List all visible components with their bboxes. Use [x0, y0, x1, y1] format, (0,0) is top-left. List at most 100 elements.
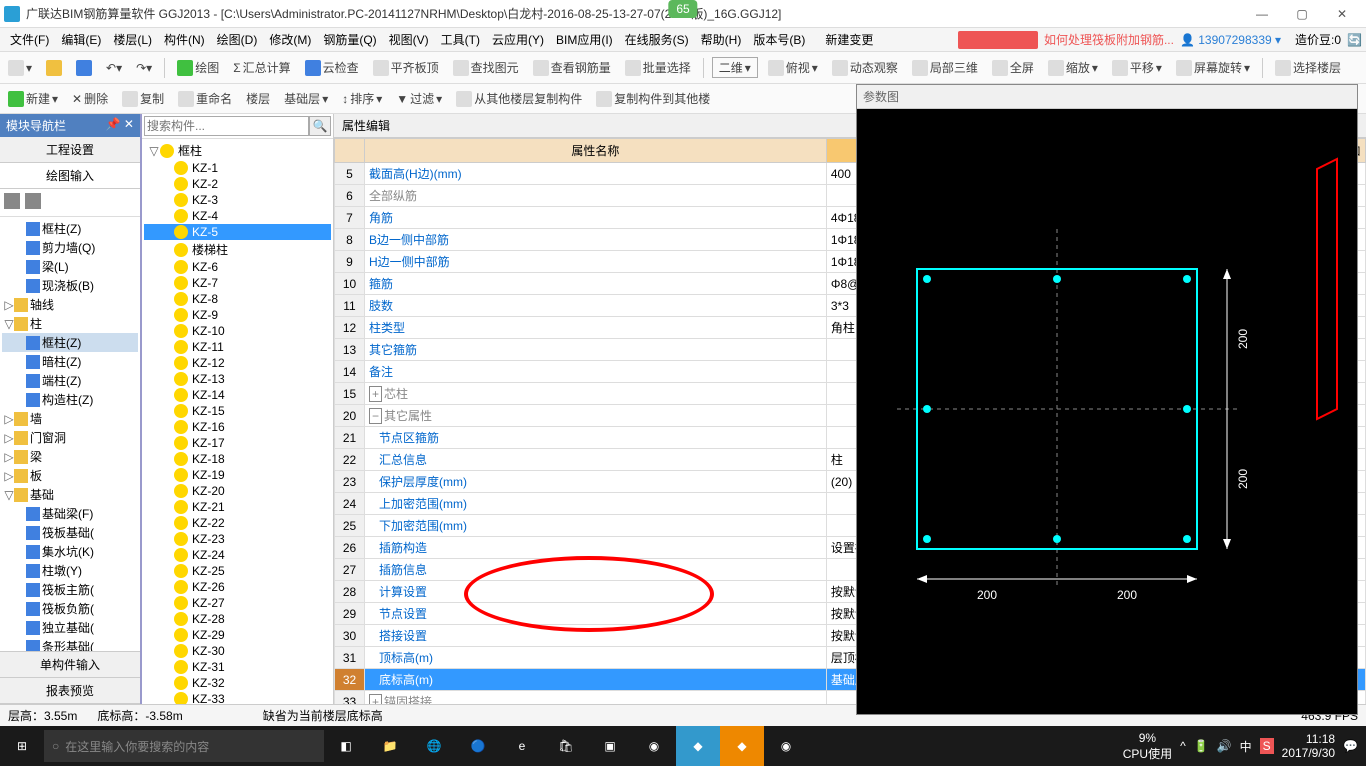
nav-tool-2[interactable]: [25, 193, 41, 209]
component-item[interactable]: KZ-16: [144, 419, 331, 435]
component-item[interactable]: KZ-19: [144, 467, 331, 483]
component-item[interactable]: KZ-3: [144, 192, 331, 208]
nav-item[interactable]: 现浇板(B): [2, 276, 138, 295]
nav-item[interactable]: 构造柱(Z): [2, 390, 138, 409]
component-item[interactable]: KZ-14: [144, 387, 331, 403]
nav-item[interactable]: 梁(L): [2, 257, 138, 276]
pin-icon[interactable]: 📌 ✕: [106, 117, 134, 134]
coin-balance[interactable]: 造价豆:0: [1295, 31, 1341, 48]
menu-component[interactable]: 构件(N): [158, 31, 211, 48]
nav-item[interactable]: ▷轴线: [2, 295, 138, 314]
batch-select-button[interactable]: 批量选择: [621, 57, 695, 78]
rotate-button[interactable]: 屏幕旋转▾: [1172, 57, 1254, 78]
tray-clock[interactable]: 11:182017/9/30: [1282, 732, 1335, 761]
component-item[interactable]: KZ-33: [144, 691, 331, 704]
component-item[interactable]: KZ-17: [144, 435, 331, 451]
nav-tree[interactable]: 框柱(Z)剪力墙(Q)梁(L)现浇板(B)▷轴线▽柱框柱(Z)暗柱(Z)端柱(Z…: [0, 217, 140, 651]
nav-item[interactable]: ▷门窗洞: [2, 428, 138, 447]
nav-item[interactable]: 筏板主筋(: [2, 580, 138, 599]
menu-cloud[interactable]: 云应用(Y): [486, 31, 550, 48]
component-search-input[interactable]: [144, 116, 309, 136]
nav-bottom-single[interactable]: 单构件输入: [0, 652, 140, 678]
component-item[interactable]: KZ-5: [144, 224, 331, 240]
view-rebar-button[interactable]: 查看钢筋量: [529, 57, 615, 78]
menu-modify[interactable]: 修改(M): [263, 31, 317, 48]
tray-cpu[interactable]: 9%CPU使用: [1123, 731, 1172, 762]
component-item[interactable]: KZ-4: [144, 208, 331, 224]
component-item[interactable]: KZ-30: [144, 643, 331, 659]
component-item[interactable]: KZ-18: [144, 451, 331, 467]
fullscreen-button[interactable]: 全屏: [988, 57, 1038, 78]
ime-indicator[interactable]: [958, 31, 1038, 49]
undo-button[interactable]: ↶▾: [102, 59, 126, 77]
param-canvas[interactable]: 200 200 200 200: [857, 109, 1357, 714]
new-file-button[interactable]: ▾: [4, 58, 36, 78]
save-button[interactable]: [72, 58, 96, 78]
nav-item[interactable]: 暗柱(Z): [2, 352, 138, 371]
align-button[interactable]: 平齐板顶: [369, 57, 443, 78]
nav-item[interactable]: 剪力墙(Q): [2, 238, 138, 257]
nav-item[interactable]: 条形基础(: [2, 637, 138, 651]
nav-tool-1[interactable]: [4, 193, 20, 209]
score-badge[interactable]: 65: [668, 0, 697, 18]
filter-button[interactable]: ▼ 过滤▾: [392, 88, 446, 109]
component-item[interactable]: KZ-21: [144, 499, 331, 515]
component-item[interactable]: KZ-22: [144, 515, 331, 531]
cloud-check-button[interactable]: 云检查: [301, 57, 363, 78]
task-view-icon[interactable]: ◧: [324, 726, 368, 766]
component-item[interactable]: KZ-26: [144, 579, 331, 595]
component-item[interactable]: KZ-9: [144, 307, 331, 323]
component-item[interactable]: KZ-8: [144, 291, 331, 307]
menu-help[interactable]: 帮助(H): [695, 31, 748, 48]
sort-button[interactable]: ↕ 排序▾: [338, 88, 386, 109]
open-button[interactable]: [42, 58, 66, 78]
taskbar-app-9[interactable]: ◆: [720, 726, 764, 766]
local3d-button[interactable]: 局部三维: [908, 57, 982, 78]
nav-bottom-report[interactable]: 报表预览: [0, 678, 140, 704]
nav-item[interactable]: 基础梁(F): [2, 504, 138, 523]
component-item[interactable]: KZ-23: [144, 531, 331, 547]
menu-tool[interactable]: 工具(T): [435, 31, 486, 48]
taskbar-app-8[interactable]: ◆: [676, 726, 720, 766]
taskbar-app-4[interactable]: e: [500, 726, 544, 766]
component-item[interactable]: KZ-2: [144, 176, 331, 192]
select-floor-button[interactable]: 选择楼层: [1271, 57, 1345, 78]
menu-edit[interactable]: 编辑(E): [55, 31, 107, 48]
nav-item[interactable]: ▷墙: [2, 409, 138, 428]
component-item[interactable]: KZ-20: [144, 483, 331, 499]
menu-bim[interactable]: BIM应用(I): [550, 31, 619, 48]
component-item[interactable]: KZ-28: [144, 611, 331, 627]
delete-comp-button[interactable]: ✕ 删除: [68, 88, 112, 109]
minimize-button[interactable]: —: [1242, 7, 1282, 21]
component-item[interactable]: KZ-7: [144, 275, 331, 291]
nav-tab-settings[interactable]: 工程设置: [0, 137, 140, 163]
nav-item[interactable]: ▷板: [2, 466, 138, 485]
component-item[interactable]: KZ-1: [144, 160, 331, 176]
zoom-button[interactable]: 缩放▾: [1044, 57, 1102, 78]
component-item[interactable]: 楼梯柱: [144, 240, 331, 259]
component-item[interactable]: KZ-13: [144, 371, 331, 387]
nav-item[interactable]: ▽基础: [2, 485, 138, 504]
menu-view[interactable]: 视图(V): [383, 31, 435, 48]
copyfrom-button[interactable]: 从其他楼层复制构件: [452, 88, 586, 109]
taskbar-app-1[interactable]: 📁: [368, 726, 412, 766]
redo-button[interactable]: ↷▾: [132, 59, 156, 77]
start-button[interactable]: ⊞: [0, 726, 44, 766]
menu-rebar[interactable]: 钢筋量(Q): [317, 31, 382, 48]
taskbar-app-3[interactable]: 🔵: [456, 726, 500, 766]
component-search-button[interactable]: 🔍: [309, 116, 331, 136]
dim-select[interactable]: 二维 ▾: [712, 57, 758, 78]
component-item[interactable]: KZ-15: [144, 403, 331, 419]
component-item[interactable]: KZ-27: [144, 595, 331, 611]
dynamic-button[interactable]: 动态观察: [828, 57, 902, 78]
component-item[interactable]: KZ-31: [144, 659, 331, 675]
copy-comp-button[interactable]: 复制: [118, 88, 168, 109]
nav-item[interactable]: 柱墩(Y): [2, 561, 138, 580]
maximize-button[interactable]: ▢: [1282, 7, 1322, 21]
sum-button[interactable]: Σ 汇总计算: [229, 57, 294, 78]
user-id[interactable]: 👤 13907298339 ▾: [1180, 33, 1281, 47]
nav-item[interactable]: 框柱(Z): [2, 219, 138, 238]
taskbar-app-6[interactable]: ▣: [588, 726, 632, 766]
refresh-icon[interactable]: 🔄: [1347, 33, 1362, 47]
component-item[interactable]: KZ-32: [144, 675, 331, 691]
